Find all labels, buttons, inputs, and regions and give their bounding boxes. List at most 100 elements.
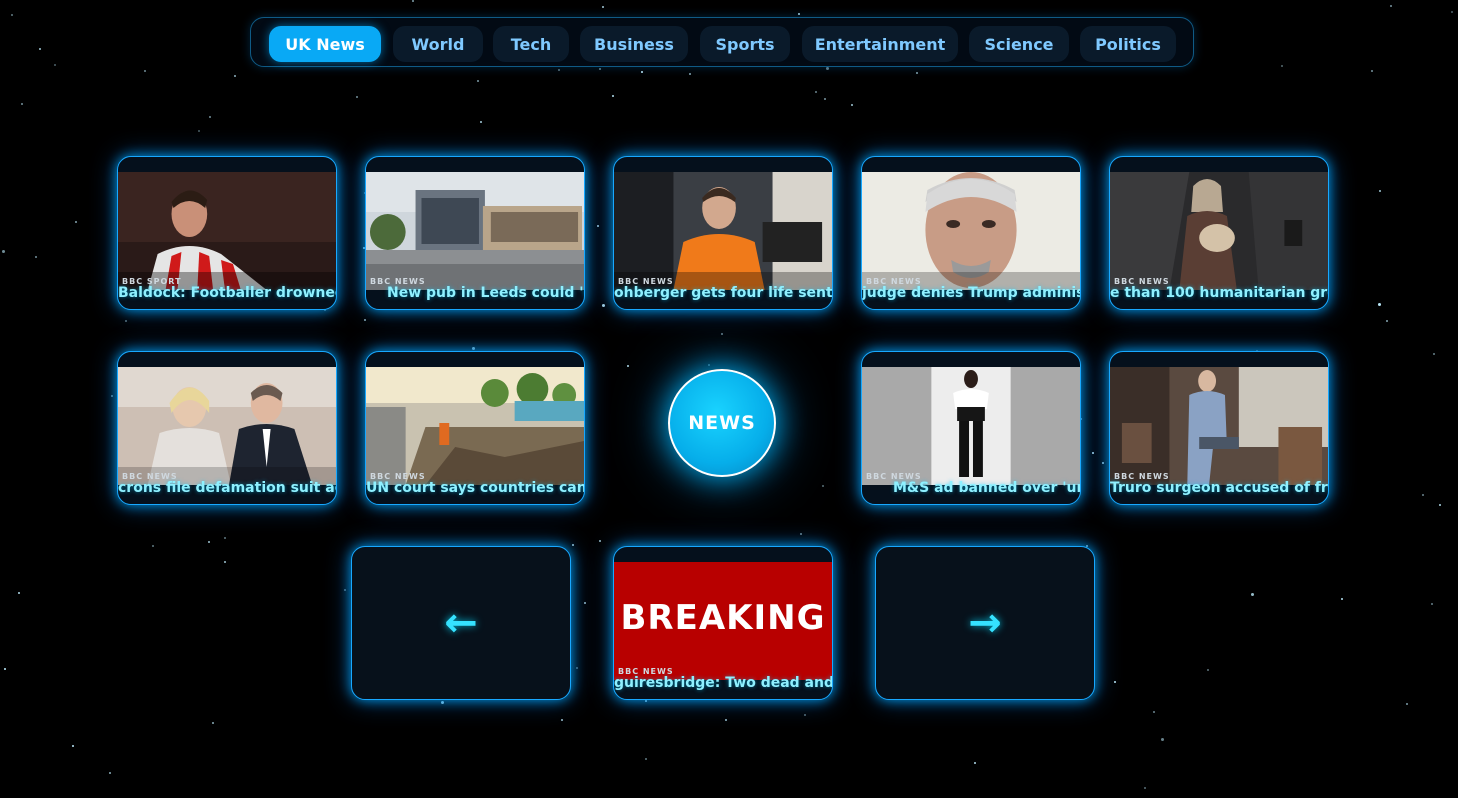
arrow-right-icon: → bbox=[968, 600, 1002, 646]
star bbox=[1390, 5, 1392, 7]
star bbox=[356, 96, 358, 98]
star bbox=[344, 589, 346, 591]
news-thumbnail bbox=[118, 367, 336, 485]
star bbox=[39, 48, 41, 50]
star bbox=[4, 668, 6, 670]
tab-uk-news[interactable]: UK News bbox=[269, 26, 381, 62]
star bbox=[561, 719, 563, 721]
breaking-label: BREAKING bbox=[620, 598, 826, 638]
star bbox=[208, 541, 210, 543]
star bbox=[798, 13, 800, 15]
star bbox=[1451, 11, 1453, 13]
star bbox=[584, 602, 586, 604]
star bbox=[612, 95, 614, 97]
tab-business[interactable]: Business bbox=[580, 26, 688, 62]
star bbox=[1251, 593, 1254, 596]
news-thumbnail bbox=[1110, 367, 1328, 485]
star bbox=[144, 70, 146, 72]
star bbox=[602, 6, 604, 8]
star bbox=[11, 14, 13, 16]
news-card[interactable]: BBC NEWS e than 100 humanitarian grou bbox=[1109, 156, 1329, 310]
star bbox=[1422, 494, 1424, 496]
star bbox=[35, 256, 37, 258]
news-thumbnail bbox=[614, 172, 832, 290]
star bbox=[725, 719, 727, 721]
star bbox=[212, 722, 214, 724]
star bbox=[708, 364, 710, 366]
star bbox=[1433, 353, 1435, 355]
tab-entertainment[interactable]: Entertainment bbox=[802, 26, 958, 62]
card-headline: Truro surgeon accused of frau bbox=[1110, 480, 1328, 496]
star bbox=[1386, 320, 1388, 322]
star bbox=[2, 250, 5, 253]
star bbox=[224, 561, 226, 563]
news-thumbnail bbox=[862, 367, 1080, 485]
card-headline: New pub in Leeds could 'di bbox=[387, 285, 584, 301]
star bbox=[602, 304, 605, 307]
news-card[interactable]: BBC NEWS M&S ad banned over 'unh bbox=[861, 351, 1081, 505]
star bbox=[599, 68, 601, 70]
star bbox=[109, 772, 111, 774]
news-thumbnail bbox=[366, 367, 584, 485]
star bbox=[480, 121, 482, 123]
next-page-button[interactable]: → bbox=[875, 546, 1095, 700]
star bbox=[804, 714, 806, 716]
star bbox=[412, 0, 414, 2]
star bbox=[576, 667, 578, 669]
star bbox=[152, 545, 154, 547]
star bbox=[75, 221, 77, 223]
news-thumbnail bbox=[118, 172, 336, 290]
news-thumbnail bbox=[366, 172, 584, 290]
star bbox=[689, 73, 691, 75]
star bbox=[111, 395, 113, 397]
tab-science[interactable]: Science bbox=[969, 26, 1069, 62]
tab-tech[interactable]: Tech bbox=[493, 26, 569, 62]
tab-sports[interactable]: Sports bbox=[700, 26, 790, 62]
star bbox=[1281, 65, 1283, 67]
star bbox=[721, 333, 723, 335]
star bbox=[1379, 190, 1381, 192]
news-card[interactable]: BBC NEWS UN court says countries can s bbox=[365, 351, 585, 505]
star bbox=[645, 758, 647, 760]
news-card[interactable]: BBC NEWS judge denies Trump administ bbox=[861, 156, 1081, 310]
star bbox=[627, 365, 629, 367]
star bbox=[597, 225, 599, 227]
star bbox=[1371, 70, 1373, 72]
breaking-news-card[interactable]: BREAKING BBC NEWS guiresbridge: Two dead… bbox=[613, 546, 833, 700]
tab-politics[interactable]: Politics bbox=[1080, 26, 1176, 62]
card-headline: guiresbridge: Two dead and tw bbox=[614, 675, 832, 691]
star bbox=[572, 544, 574, 546]
prev-page-button[interactable]: ← bbox=[351, 546, 571, 700]
arrow-left-icon: ← bbox=[444, 600, 478, 646]
news-home-button[interactable]: NEWS bbox=[668, 369, 776, 477]
star bbox=[364, 319, 366, 321]
star bbox=[72, 745, 74, 747]
star bbox=[1153, 711, 1155, 713]
star bbox=[1102, 462, 1104, 464]
news-card[interactable]: BBC NEWS crons file defamation suit agai bbox=[117, 351, 337, 505]
star bbox=[1092, 452, 1094, 454]
star bbox=[558, 69, 560, 71]
star bbox=[472, 347, 475, 350]
star bbox=[822, 485, 824, 487]
news-card[interactable]: BBC NEWS New pub in Leeds could 'di bbox=[365, 156, 585, 310]
star bbox=[1431, 603, 1433, 605]
card-headline: crons file defamation suit agai bbox=[118, 480, 336, 496]
star bbox=[1406, 703, 1408, 705]
star bbox=[974, 762, 976, 764]
star bbox=[824, 98, 826, 100]
news-card[interactable]: BBC NEWS ohberger gets four life sentenc bbox=[613, 156, 833, 310]
star bbox=[851, 104, 853, 106]
card-headline: e than 100 humanitarian grou bbox=[1110, 285, 1328, 301]
star bbox=[1114, 681, 1116, 683]
star bbox=[800, 533, 802, 535]
star bbox=[645, 700, 647, 702]
star bbox=[641, 71, 643, 73]
tab-world[interactable]: World bbox=[393, 26, 483, 62]
news-card[interactable]: BBC SPORT Baldock: Footballer drowned i bbox=[117, 156, 337, 310]
star bbox=[209, 116, 211, 118]
star bbox=[1341, 598, 1343, 600]
news-card[interactable]: BBC NEWS Truro surgeon accused of frau bbox=[1109, 351, 1329, 505]
card-headline: judge denies Trump administ bbox=[862, 285, 1080, 301]
star bbox=[1144, 787, 1146, 789]
